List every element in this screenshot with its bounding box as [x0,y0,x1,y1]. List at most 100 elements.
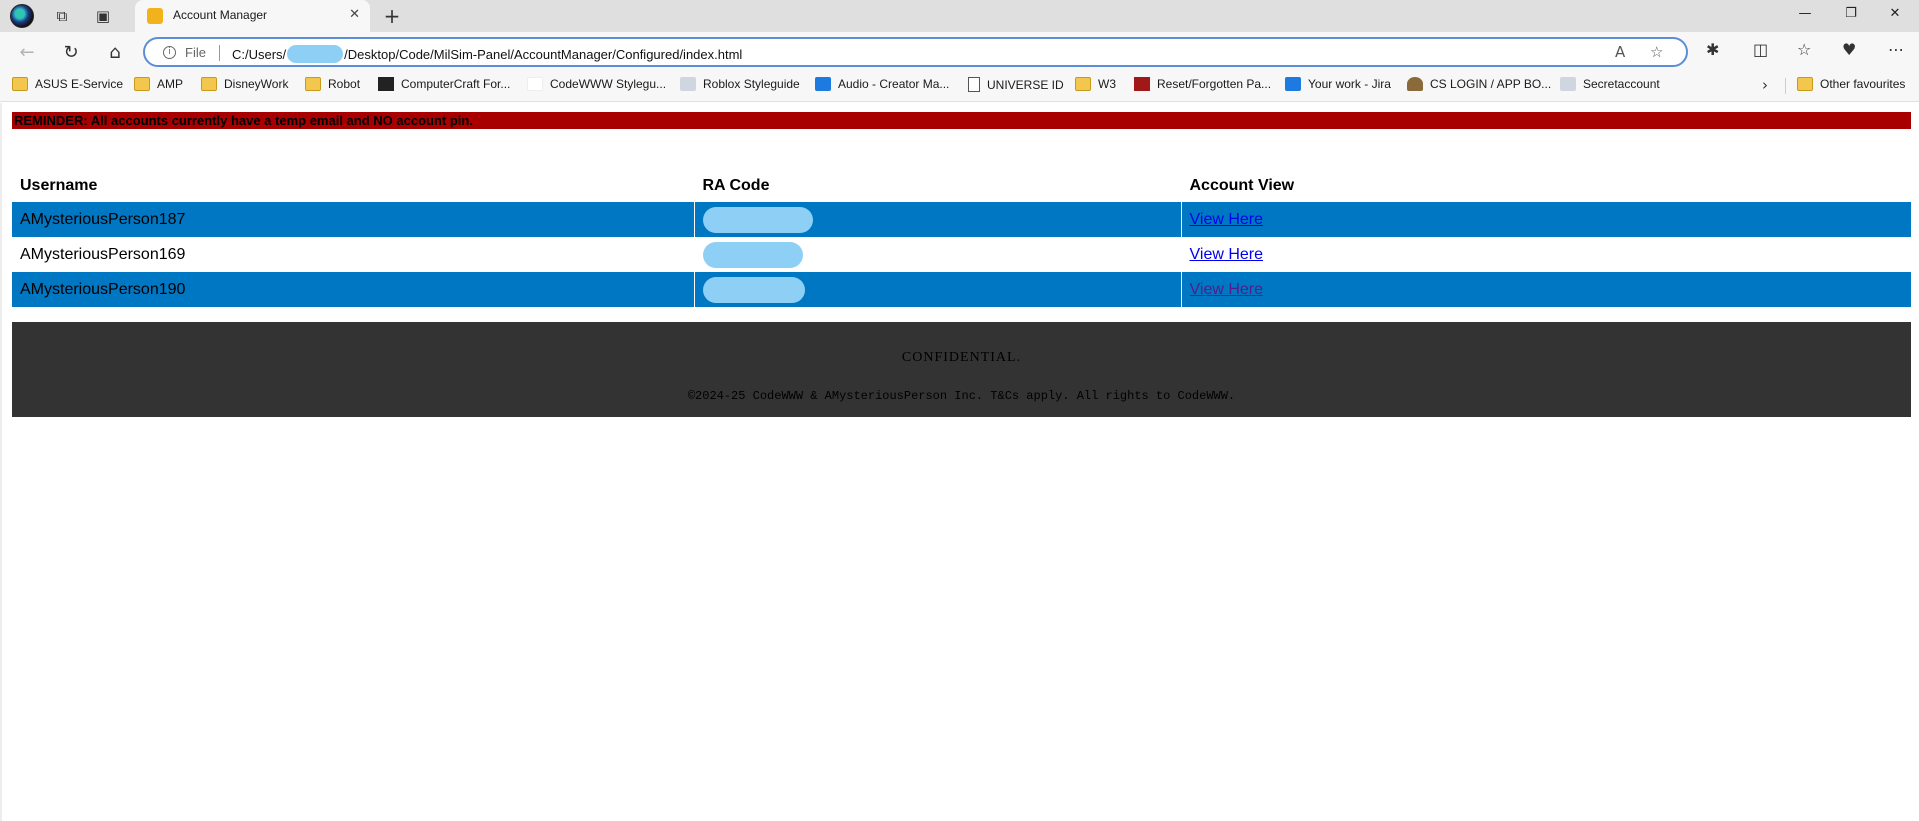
bookmark-asus-e-service[interactable]: ASUS E-Service [12,77,123,91]
jira-icon [1285,77,1301,91]
bookmarks-bar: ASUS E-Service AMP DisneyWork Robot Comp… [0,70,1919,102]
close-tab-icon[interactable]: ✕ [349,7,360,22]
favorite-star-icon[interactable]: ☆ [1650,43,1663,61]
table-row: AMysteriousPerson190 View Here [12,272,1911,307]
read-aloud-icon[interactable]: A [1615,43,1625,61]
tab-title: Account Manager [173,8,268,22]
bookmark-label: Roblox Styleguide [703,77,800,91]
scheme-label: File [185,45,206,60]
close-window-icon[interactable]: ✕ [1880,6,1910,26]
folder-icon [1075,77,1091,91]
account-view-cell: View Here [1180,237,1911,272]
vertical-tabs-icon[interactable]: ▣ [91,4,115,28]
bookmark-roblox-styleguide[interactable]: Roblox Styleguide [680,77,800,91]
footer-copyright: ©2024-25 CodeWWW & AMysteriousPerson Inc… [687,389,1236,403]
profile-avatar-icon[interactable] [10,4,34,28]
header-ra-code: RA Code [693,169,1181,202]
person-icon [1407,77,1423,91]
other-favourites-label: Other favourites [1820,77,1906,91]
bookmark-reset-forgotten[interactable]: Reset/Forgotten Pa... [1134,77,1271,91]
view-here-link[interactable]: View Here [1190,246,1264,263]
bookmark-amp[interactable]: AMP [134,77,183,91]
terminal-icon [378,77,394,91]
bookmark-label: CS LOGIN / APP BO... [1430,77,1552,91]
image-icon [1560,77,1576,91]
address-bar[interactable]: i File C:/Users/ /Desktop/Code/MilSim-Pan… [143,37,1688,67]
site-favicon-icon [147,8,163,24]
bookmark-cs-login[interactable]: CS LOGIN / APP BO... [1407,77,1551,91]
settings-more-icon[interactable]: ⋯ [1888,40,1904,59]
bookmark-label: Secretaccount [1583,77,1660,91]
browser-toolbar: ← ↻ ⌂ i File C:/Users/ /Desktop/Code/MilS… [0,32,1919,70]
bookmark-universe-id[interactable]: UNIVERSE ID [968,77,1064,92]
address-separator [219,45,220,61]
footer: CONFIDENTIAL. ©2024-25 CodeWWW & AMyster… [12,322,1911,417]
other-favourites[interactable]: Other favourites [1797,77,1905,91]
bookmark-computercraft[interactable]: ComputerCraft For... [378,77,510,91]
folder-icon [201,77,217,91]
header-username: Username [20,176,98,194]
table-row: AMysteriousPerson187 View Here [12,202,1911,237]
blank-page-icon [527,77,543,91]
bookmark-disneywork[interactable]: DisneyWork [201,77,288,91]
back-icon[interactable]: ← [14,39,40,65]
folder-icon [305,77,321,91]
table-header-row: Username RA Code Account View [12,169,1911,202]
footer-title: CONFIDENTIAL. [901,350,1022,365]
home-icon[interactable]: ⌂ [102,39,128,65]
chevron-right-icon[interactable]: › [1762,76,1768,94]
bookmark-label: Your work - Jira [1308,77,1391,91]
split-screen-icon[interactable]: ◫ [1753,40,1768,59]
redaction-mark [702,276,805,303]
bookmark-robot[interactable]: Robot [305,77,360,91]
minimize-icon[interactable]: — [1790,6,1820,26]
bookmark-w3[interactable]: W3 [1075,77,1116,91]
red-site-icon [1134,77,1150,91]
account-view-cell: View Here [1180,202,1911,237]
bookmark-audio-creator[interactable]: Audio - Creator Ma... [815,77,949,91]
bookmark-codewww-styleguide[interactable]: CodeWWW Stylegu... [527,77,666,91]
view-here-link[interactable]: View Here [1190,281,1264,298]
folder-icon [1797,77,1813,91]
bookmark-label: UNIVERSE ID [987,77,1064,92]
browser-essentials-icon[interactable]: ♥ [1842,40,1856,59]
header-account-view: Account View [1180,169,1911,202]
redaction-mark [287,45,344,63]
bookmark-label: CodeWWW Stylegu... [550,77,667,91]
username-cell: AMysteriousPerson169 [20,245,186,263]
tab-strip: ⧉ ▣ Account Manager ✕ + — ❐ ✕ [0,0,1919,32]
bookmark-jira[interactable]: Your work - Jira [1285,77,1391,91]
table-row: AMysteriousPerson169 View Here [12,237,1911,272]
extensions-icon[interactable]: ✱ [1706,40,1719,59]
favorites-icon[interactable]: ☆ [1797,40,1811,59]
url-text[interactable]: C:/Users/ /Desktop/Code/MilSim-Panel/Acco… [232,45,742,63]
redaction-mark [702,206,813,233]
workspaces-icon[interactable]: ⧉ [50,4,74,28]
url-prefix: C:/Users/ [232,47,287,62]
restore-icon[interactable]: ❐ [1836,6,1866,26]
ra-code-cell [693,202,1181,237]
bookmark-label: DisneyWork [224,77,289,91]
tab-account-manager[interactable]: Account Manager ✕ [135,0,370,32]
redaction-mark [702,241,803,268]
username-cell: AMysteriousPerson190 [12,272,694,307]
site-info-icon[interactable]: i [163,46,176,59]
bookmarks-separator [1785,78,1786,94]
roblox-icon [815,77,831,91]
accounts-table: Username RA Code Account View AMysteriou… [12,169,1911,307]
bookmark-label: ComputerCraft For... [401,77,511,91]
bookmark-label: Audio - Creator Ma... [838,77,950,91]
url-suffix: /Desktop/Code/MilSim-Panel/AccountManage… [344,47,743,62]
bookmark-label: W3 [1098,77,1116,91]
ra-code-cell [693,272,1181,307]
new-tab-icon[interactable]: + [380,4,404,28]
page-content: REMINDER: All accounts currently have a … [0,103,1919,821]
document-icon [968,77,980,92]
folder-icon [134,77,150,91]
folder-icon [12,77,28,91]
bookmark-label: Reset/Forgotten Pa... [1157,77,1272,91]
bookmark-label: AMP [157,77,184,91]
bookmark-secretaccount[interactable]: Secretaccount [1560,77,1660,91]
refresh-icon[interactable]: ↻ [58,39,84,65]
view-here-link[interactable]: View Here [1190,211,1264,228]
